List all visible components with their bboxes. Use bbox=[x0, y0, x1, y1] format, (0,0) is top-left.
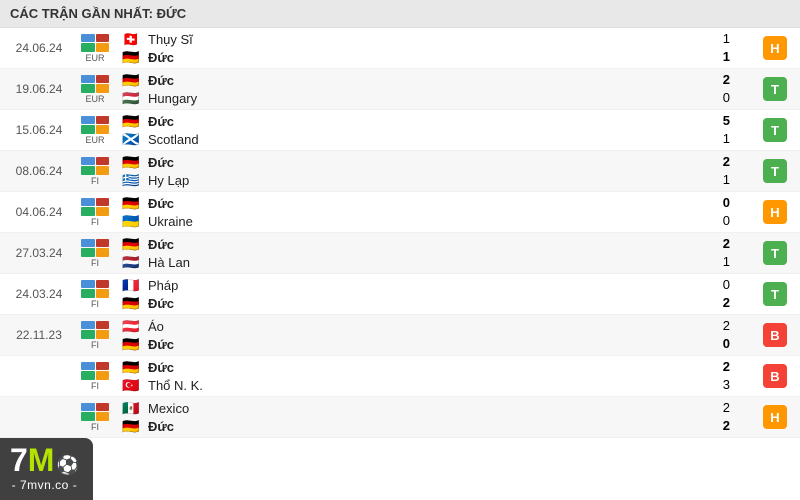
result-badge: T bbox=[750, 241, 800, 265]
watermark-ball: ⚽ bbox=[56, 455, 78, 476]
competition-badge: FI bbox=[70, 321, 120, 350]
result-badge: T bbox=[750, 282, 800, 306]
watermark: 7 M ⚽ - 7mvn.co - bbox=[0, 438, 93, 500]
competition-badge: EUR bbox=[70, 34, 120, 63]
competition-badge: FI bbox=[70, 362, 120, 391]
competition-badge: FI bbox=[70, 198, 120, 227]
table-row: 22.11.23FI🇦🇹Áo🇩🇪Đức20B bbox=[0, 315, 800, 356]
result-badge: H bbox=[750, 200, 800, 224]
result-badge: T bbox=[750, 159, 800, 183]
table-row: 24.03.24FI🇫🇷Pháp🇩🇪Đức02T bbox=[0, 274, 800, 315]
result-badge: H bbox=[750, 36, 800, 60]
result-badge: T bbox=[750, 77, 800, 101]
competition-badge: FI bbox=[70, 280, 120, 309]
main-container: CÁC TRẬN GẦN NHẤT: ĐỨC 24.06.24EUR🇨🇭Thụy… bbox=[0, 0, 800, 438]
match-date: 24.03.24 bbox=[0, 287, 70, 301]
match-date: 08.06.24 bbox=[0, 164, 70, 178]
competition-badge: EUR bbox=[70, 116, 120, 145]
match-date: 04.06.24 bbox=[0, 205, 70, 219]
table-row: 04.06.24FI🇩🇪Đức🇺🇦Ukraine00H bbox=[0, 192, 800, 233]
table-row: FI🇩🇪Đức🇹🇷Thổ N. K.23B bbox=[0, 356, 800, 397]
competition-badge: FI bbox=[70, 239, 120, 268]
table-row: FI🇲🇽Mexico🇩🇪Đức22H bbox=[0, 397, 800, 438]
section-header: CÁC TRẬN GẦN NHẤT: ĐỨC bbox=[0, 0, 800, 28]
match-date: 15.06.24 bbox=[0, 123, 70, 137]
table-row: 27.03.24FI🇩🇪Đức🇳🇱Hà Lan21T bbox=[0, 233, 800, 274]
matches-list: 24.06.24EUR🇨🇭Thụy Sĩ🇩🇪Đức11H19.06.24EUR🇩… bbox=[0, 28, 800, 438]
match-date: 27.03.24 bbox=[0, 246, 70, 260]
competition-badge: FI bbox=[70, 157, 120, 186]
result-badge: H bbox=[750, 405, 800, 429]
header-title: CÁC TRẬN GẦN NHẤT: ĐỨC bbox=[10, 6, 186, 21]
competition-badge: EUR bbox=[70, 75, 120, 104]
match-date: 24.06.24 bbox=[0, 41, 70, 55]
table-row: 24.06.24EUR🇨🇭Thụy Sĩ🇩🇪Đức11H bbox=[0, 28, 800, 69]
result-badge: B bbox=[750, 323, 800, 347]
match-date: 22.11.23 bbox=[0, 328, 70, 342]
watermark-url: - 7mvn.co - bbox=[12, 478, 78, 492]
result-badge: B bbox=[750, 364, 800, 388]
table-row: 15.06.24EUR🇩🇪Đức🏴󠁧󠁢󠁳󠁣󠁴󠁿Scotland51T bbox=[0, 110, 800, 151]
match-date: 19.06.24 bbox=[0, 82, 70, 96]
watermark-7: 7 bbox=[10, 444, 28, 476]
result-badge: T bbox=[750, 118, 800, 142]
watermark-m: M bbox=[28, 444, 55, 476]
table-row: 19.06.24EUR🇩🇪Đức🇭🇺Hungary20T bbox=[0, 69, 800, 110]
table-row: 08.06.24FI🇩🇪Đức🇬🇷Hy Lạp21T bbox=[0, 151, 800, 192]
competition-badge: FI bbox=[70, 403, 120, 432]
